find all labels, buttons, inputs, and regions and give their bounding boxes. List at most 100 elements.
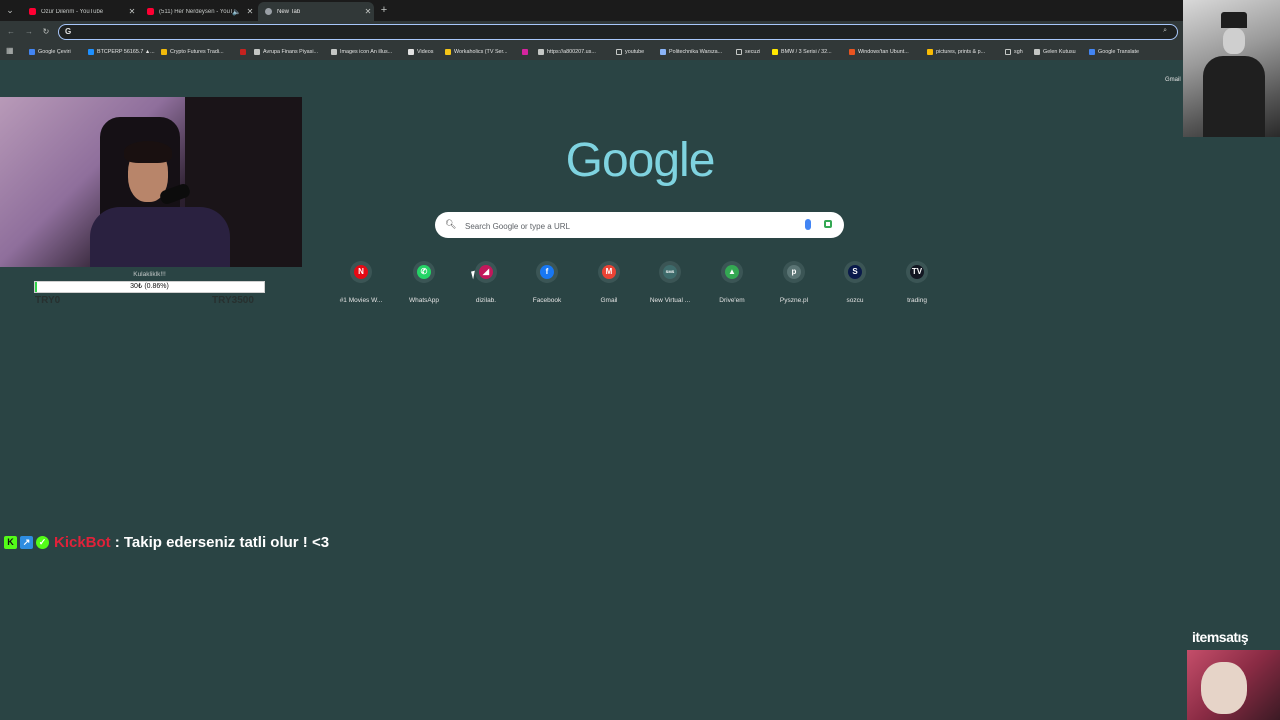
close-tab-icon[interactable]: ✕ <box>244 7 256 16</box>
shortcut-circle: S <box>844 261 866 283</box>
bookmark-item[interactable]: sgh <box>1005 46 1023 57</box>
shortcut-tile[interactable]: ✆ WhatsApp <box>394 259 454 309</box>
shortcut-tile[interactable]: SMS New Virtual ... <box>640 259 700 309</box>
shortcut-label: Gmail <box>600 297 618 304</box>
google-lens-icon[interactable] <box>824 220 832 228</box>
youtube-icon <box>147 8 154 15</box>
bookmark-item[interactable]: Gelen Kutusu <box>1034 46 1076 57</box>
bookmark-item[interactable]: Google Çeviri <box>29 46 71 57</box>
bookmark-item[interactable] <box>522 46 531 57</box>
youtube-icon <box>29 8 36 15</box>
bookmark-item[interactable]: https://a800207.us... <box>538 46 596 57</box>
donation-progress-text: 30₺ (0.86%) <box>130 283 169 290</box>
bookmark-item[interactable]: Avrupa Finans Piyasi... <box>254 46 318 57</box>
instagram-icon <box>522 48 528 55</box>
whatsapp-icon: ✆ <box>417 265 431 279</box>
shortcut-circle: ▲ <box>721 261 743 283</box>
outlook-icon <box>1034 48 1040 55</box>
bookmark-label: Workaholics (TV Ser... <box>454 48 508 55</box>
gmail-link[interactable]: Gmail <box>1165 77 1181 83</box>
zoom-icon[interactable]: ⌕ <box>1163 27 1167 35</box>
tradingview-icon: TV <box>910 265 924 279</box>
new-tab-button[interactable]: + <box>377 3 391 17</box>
bookmark-item[interactable]: Google Translate <box>1089 46 1139 57</box>
donation-goal-title: Kulakliklk!!! <box>133 271 166 278</box>
shortcut-label: sozcu <box>846 297 864 304</box>
forward-arrow-icon[interactable]: → <box>23 26 35 38</box>
google-icon <box>408 48 414 55</box>
toolbar: ← → ↻ G ⌕ <box>0 21 1280 43</box>
tab-strip: ⌄ Özür Dilerim - YouTube ✕ (511) Her Ner… <box>0 0 1280 21</box>
shortcut-label: WhatsApp <box>409 297 439 304</box>
google-g-icon: G <box>65 27 72 36</box>
bookmark-label: Politechnika Warsza... <box>669 48 723 55</box>
bookmark-item[interactable]: youtube <box>616 46 644 57</box>
address-bar[interactable]: G ⌕ <box>58 24 1178 40</box>
bookmark-item[interactable]: Politechnika Warsza... <box>660 46 722 57</box>
bookmark-item[interactable]: Workaholics (TV Ser... <box>445 46 508 57</box>
google-logo: Google <box>565 134 716 187</box>
shortcut-label: dizilab. <box>475 297 497 304</box>
shortcut-tile[interactable]: N #1 Movies W... <box>331 259 391 309</box>
shortcut-tile[interactable]: ▲ Drive'em <box>702 259 762 309</box>
bookmark-label: Images icon An illus... <box>340 48 393 55</box>
chat-username: KickBot <box>54 533 111 551</box>
chart-icon <box>88 48 94 55</box>
bookmark-label: secuzi <box>745 48 761 55</box>
bot-badge-icon: ↗ <box>20 535 33 549</box>
bookmark-item[interactable]: Windows'tan Ubunt... <box>849 46 909 57</box>
shortcut-circle: ◢ <box>475 261 497 283</box>
tab-title: Özür Dilerim - YouTube <box>41 8 104 15</box>
bookmark-label: pictures, prints & p... <box>936 48 986 55</box>
close-tab-icon[interactable]: ✕ <box>126 7 138 16</box>
bookmark-item[interactable]: secuzi <box>736 46 760 57</box>
tab-title: (511) Her Nerdeysen - YouTube <box>159 8 233 15</box>
reload-icon[interactable]: ↻ <box>40 26 52 38</box>
shortcut-tile[interactable]: M Gmail <box>579 259 639 309</box>
portrait-photo <box>1183 0 1280 137</box>
bookmark-item[interactable] <box>240 46 249 57</box>
donation-max-label: TRY3500 <box>212 295 254 306</box>
bookmark-label: Avrupa Finans Piyasi... <box>263 48 319 55</box>
bookmark-item[interactable]: BMW / 3 Serisi / 32... <box>772 46 832 57</box>
apps-grid-icon[interactable]: ▦ <box>6 47 14 55</box>
university-icon <box>660 48 666 55</box>
shortcut-tile[interactable]: ◢ dizilab. <box>456 259 516 309</box>
tab-new-tab[interactable]: New Tab ✕ <box>258 2 374 21</box>
shortcut-circle: SMS <box>659 261 681 283</box>
speaker-icon[interactable]: 🔈 <box>232 8 241 16</box>
search-input[interactable] <box>463 218 787 234</box>
page-icon <box>538 48 544 55</box>
back-arrow-icon[interactable]: ← <box>5 26 17 38</box>
folder-icon <box>1005 48 1011 55</box>
bookmarks-bar: ▦ Google Çeviri BTCPERP 56165.7 ▲... Crypt… <box>0 43 1280 60</box>
donation-progress-bar: 30₺ (0.86%) <box>34 281 265 293</box>
address-input[interactable] <box>79 26 1143 40</box>
drive-icon: ▲ <box>725 265 739 279</box>
bookmark-label: https://a800207.us... <box>547 48 596 55</box>
folder-icon <box>616 48 622 55</box>
donation-min-label: TRY0 <box>35 295 61 306</box>
shortcut-tile[interactable]: f Facebook <box>517 259 577 309</box>
bookmark-item[interactable]: Videos <box>408 46 433 57</box>
shortcut-label: Pyszne.pl <box>779 297 809 304</box>
bookmark-item[interactable]: BTCPERP 56165.7 ▲... <box>88 46 155 57</box>
bookmark-item[interactable]: pictures, prints & p... <box>927 46 985 57</box>
google-search-box[interactable]: 🔍︎ <box>435 212 844 238</box>
tab-title: New Tab <box>277 8 301 15</box>
bookmark-item[interactable]: Images icon An illus... <box>331 46 392 57</box>
shortcut-circle: TV <box>906 261 928 283</box>
shortcut-label: Drive'em <box>719 297 745 304</box>
microphone-icon[interactable] <box>805 219 811 230</box>
tab-her-nerdeysen[interactable]: (511) Her Nerdeysen - YouTube 🔈 ✕ <box>140 2 256 21</box>
shortcut-tile[interactable]: p Pyszne.pl <box>764 259 824 309</box>
bookmark-item[interactable]: Crypto Futures Tradi... <box>161 46 224 57</box>
shortcut-tile[interactable]: Ssozcu <box>825 259 885 309</box>
bookmark-label: youtube <box>625 48 645 55</box>
tab-search-chevron-icon[interactable]: ⌄ <box>4 4 16 16</box>
dizilab-icon: ◢ <box>479 265 493 279</box>
close-tab-icon[interactable]: ✕ <box>362 7 374 16</box>
bookmark-label: Google Çeviri <box>38 48 71 55</box>
tab-ozur-dilerim[interactable]: Özür Dilerim - YouTube ✕ <box>22 2 138 21</box>
shortcut-tile[interactable]: TV trading <box>887 259 947 309</box>
